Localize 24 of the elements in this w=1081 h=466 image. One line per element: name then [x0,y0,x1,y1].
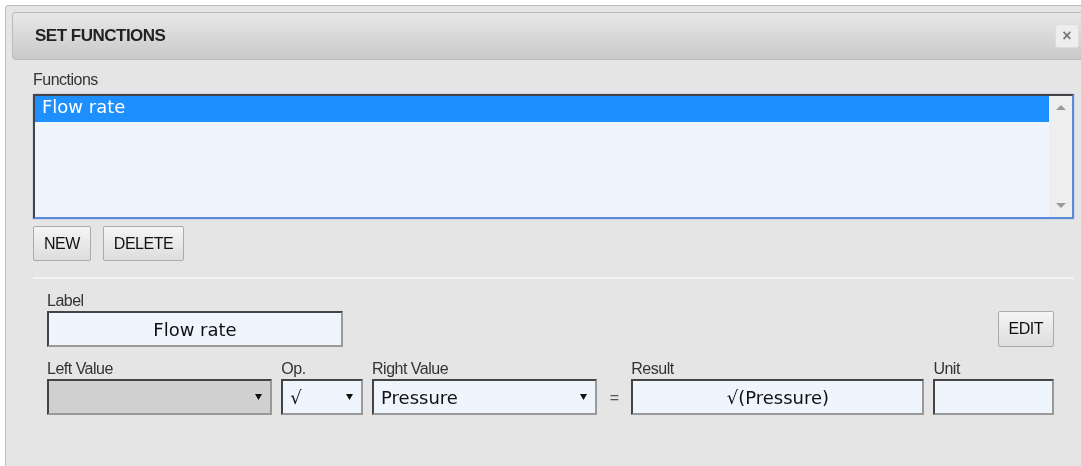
scrollbar[interactable] [1049,96,1072,217]
scroll-up-icon[interactable] [1055,104,1066,110]
caret-icon [580,394,588,400]
label-caption: Label [47,291,85,311]
text-field[interactable] [933,379,1054,415]
caret-icon [346,394,354,400]
dropdown[interactable]: √ [281,379,364,415]
window-title: SET FUNCTIONS [35,26,166,46]
functions-label: Functions [33,70,99,90]
delete-button[interactable]: DELETE [102,226,185,261]
field-caption: Unit [933,359,962,379]
caret-icon [255,394,263,400]
field-caption: Left Value [47,359,114,379]
dropdown[interactable]: Pressure [372,379,598,415]
edit-button[interactable]: EDIT [997,311,1054,347]
equals-sign: = [608,389,620,408]
field-caption: Result [631,359,675,379]
close-button[interactable]: × [1055,24,1079,48]
label-field[interactable]: Flow rate [47,311,343,347]
field-caption: Op. [281,359,307,379]
new-button[interactable]: NEW [33,226,91,261]
text-field[interactable]: √(Pressure) [631,379,925,415]
scroll-down-icon[interactable] [1055,203,1066,209]
field-caption: Right Value [372,359,450,379]
